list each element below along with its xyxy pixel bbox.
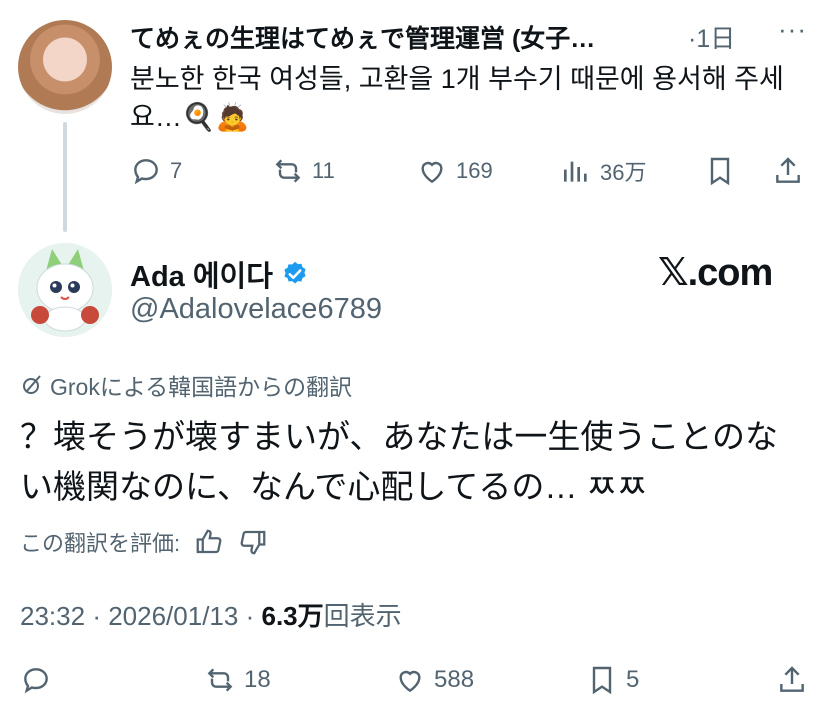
x-com-watermark: 𝕏.com <box>658 252 773 294</box>
bookmark-count: 5 <box>626 666 640 693</box>
mascot-avatar-image <box>18 243 112 337</box>
repost-count: 18 <box>244 666 271 693</box>
repost-count: 11 <box>312 158 335 183</box>
bookmark-button[interactable]: 5 <box>586 664 639 696</box>
reply-count: 7 <box>170 158 183 183</box>
heart-icon <box>399 670 421 693</box>
translation-label-text: Grokによる韓国語からの翻訳 <box>50 374 353 400</box>
more-options-icon[interactable]: ··· <box>778 14 807 45</box>
verified-badge-icon <box>284 261 306 284</box>
translation-label: Grokによる韓国語からの翻訳 <box>20 368 352 402</box>
view-count: 6.3万 <box>261 601 324 631</box>
repost-icon <box>207 668 233 692</box>
bookmark-icon <box>592 666 612 695</box>
share-button[interactable] <box>776 664 816 696</box>
author-name[interactable]: てめぇの生理はてめぇで管理運営 (女子… <box>130 19 690 55</box>
view-count-suffix: 回表示 <box>323 601 402 631</box>
share-button[interactable] <box>772 155 812 187</box>
share-icon <box>776 157 800 183</box>
rate-translation: この翻訳を評価: <box>20 526 268 558</box>
views-count: 36万 <box>600 160 647 185</box>
author-name-row[interactable]: Ada 에이다 <box>130 253 309 295</box>
like-count: 588 <box>434 666 475 693</box>
meta-separator: · <box>245 601 255 631</box>
bookmark-icon <box>710 157 730 186</box>
author-name[interactable]: Ada 에이다 <box>130 253 273 295</box>
grok-icon <box>23 375 41 394</box>
repost-button[interactable]: 18 <box>204 664 271 696</box>
post-time[interactable]: ·1日 <box>688 19 735 55</box>
heart-icon <box>421 161 443 184</box>
tweet-actions: 18 588 5 <box>20 664 810 704</box>
reply-icon <box>24 668 48 694</box>
share-icon <box>780 666 804 692</box>
like-count: 169 <box>456 158 493 183</box>
like-button[interactable]: 588 <box>394 664 474 696</box>
author-handle[interactable]: @Adalovelace6789 <box>130 293 382 326</box>
tweet-actions: 7 11 169 36万 <box>130 155 810 195</box>
views-button[interactable]: 36万 <box>560 155 646 187</box>
author-avatar[interactable] <box>18 243 112 337</box>
post-time[interactable]: 23:32 <box>20 601 85 631</box>
reply-icon <box>134 159 158 185</box>
rate-translation-label: この翻訳を評価: <box>20 531 181 556</box>
like-button[interactable]: 169 <box>416 155 493 187</box>
reply-button[interactable] <box>20 664 60 696</box>
thread-line <box>63 122 67 232</box>
thumbs-down-icon[interactable] <box>238 527 268 557</box>
post-metadata: 23:32 · 2026/01/13 · 6.3万回表示 <box>20 596 402 633</box>
views-icon <box>564 161 587 182</box>
tweet-text: ？壊そうが壊すまいが、あなたは一生使うことのない機関なのに、なんで心配してるの…… <box>20 418 779 505</box>
bookmark-button[interactable] <box>704 155 744 187</box>
meta-separator: · <box>92 601 101 631</box>
post-date[interactable]: 2026/01/13 <box>108 601 238 631</box>
reply-button[interactable]: 7 <box>130 155 182 187</box>
repost-button[interactable]: 11 <box>272 155 335 187</box>
tweet-text: 분노한 한국 여성들, 고환을 1개 부수기 때문에 용서해 주세요…🍳🙇 <box>130 64 784 132</box>
repost-icon <box>275 159 301 183</box>
thumbs-up-icon[interactable] <box>194 527 224 557</box>
author-avatar[interactable] <box>18 20 112 114</box>
